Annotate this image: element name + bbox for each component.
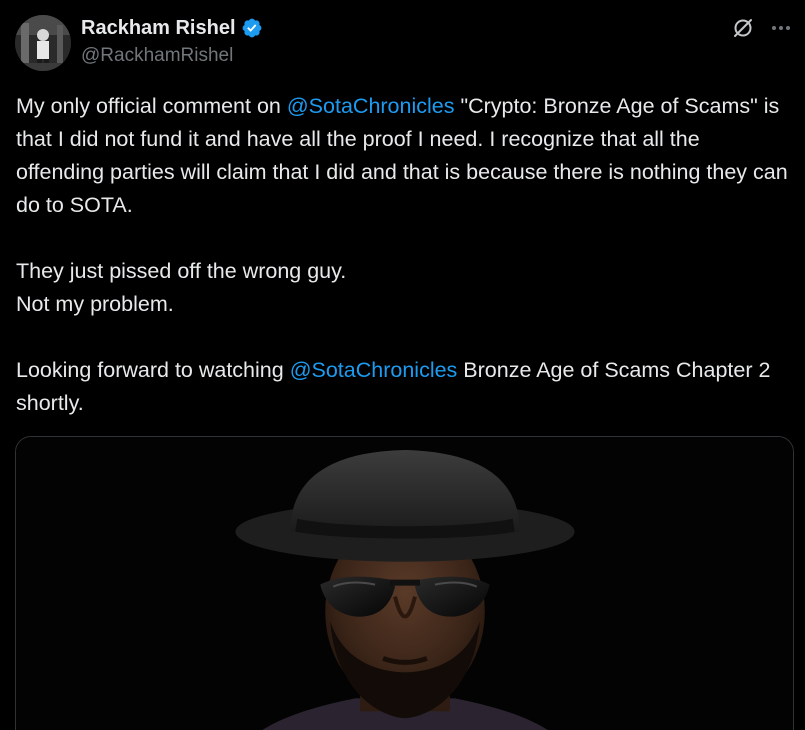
grok-icon[interactable]	[731, 16, 755, 40]
mention-link[interactable]: @SotaChronicles	[287, 94, 455, 118]
tweet-paragraph-1: My only official comment on @SotaChronic…	[16, 90, 791, 222]
author-handle[interactable]: @RackhamRishel	[81, 45, 233, 67]
tweet-paragraph-2-line-1: They just pissed off the wrong guy.	[16, 259, 347, 283]
tweet: Rackham Rishel @RackhamRishel My only of…	[0, 0, 805, 730]
tweet-paragraph-3: Looking forward to watching @SotaChronic…	[16, 354, 791, 420]
avatar-image	[15, 15, 71, 71]
verified-badge-icon[interactable]	[241, 17, 263, 39]
mention-link[interactable]: @SotaChronicles	[290, 358, 458, 382]
tweet-media-image[interactable]	[15, 436, 794, 730]
tweet-text-segment: Looking forward to watching	[16, 358, 290, 382]
more-icon[interactable]	[769, 16, 793, 40]
header-actions	[731, 16, 793, 40]
tweet-paragraph-2-line-2: Not my problem.	[16, 292, 174, 316]
tweet-text: My only official comment on @SotaChronic…	[16, 90, 791, 420]
author-display-name[interactable]: Rackham Rishel	[81, 17, 236, 40]
tweet-text-segment: My only official comment on	[16, 94, 287, 118]
avatar[interactable]	[15, 15, 71, 71]
author-name-row: Rackham Rishel	[81, 15, 263, 41]
portrait-image	[16, 437, 793, 730]
